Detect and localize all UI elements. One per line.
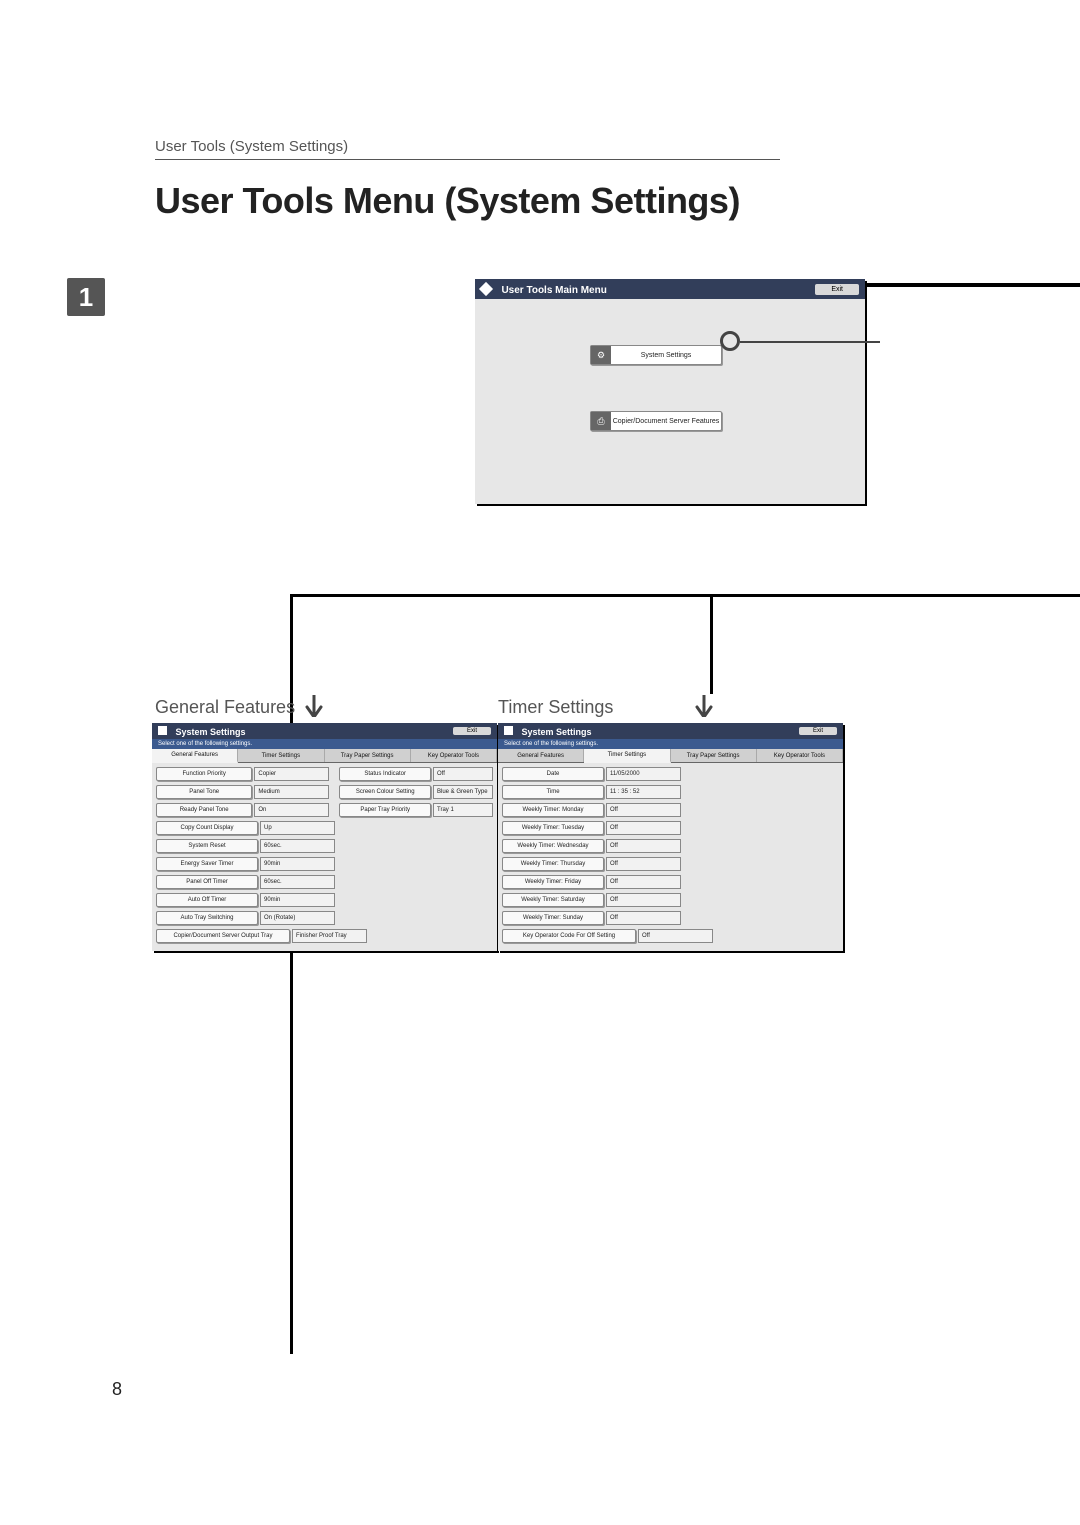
setting-button[interactable]: Weekly Timer: Saturday <box>502 893 604 907</box>
toolbox-icon: ⚙ <box>591 346 611 364</box>
setting-value: Off <box>606 857 681 871</box>
main-menu-header: User Tools Main Menu Exit <box>475 279 865 299</box>
setting-value: Tray 1 <box>433 803 493 817</box>
section-header: User Tools (System Settings) <box>155 138 780 160</box>
setting-button[interactable]: Weekly Timer: Friday <box>502 875 604 889</box>
setting-value: On <box>254 803 329 817</box>
system-settings-button[interactable]: ⚙ System Settings <box>590 345 722 365</box>
setting-button[interactable]: Weekly Timer: Sunday <box>502 911 604 925</box>
rows: Date 11/05/2000 Time 11 : 35 : 52 Weekly… <box>498 763 843 951</box>
page-number: 8 <box>112 1379 122 1400</box>
setting-button[interactable]: Screen Colour Setting <box>339 785 431 799</box>
setting-value: 11/05/2000 <box>606 767 681 781</box>
tab-general[interactable]: General Features <box>498 749 584 762</box>
decorative-bar <box>865 283 1080 287</box>
setting-button[interactable]: Auto Off Timer <box>156 893 258 907</box>
tab-general[interactable]: General Features <box>152 749 238 763</box>
main-menu-body: ⚙ System Settings ⎙ Copier/Document Serv… <box>475 299 865 504</box>
chapter-tab: 1 <box>67 278 105 316</box>
tab-keyop[interactable]: Key Operator Tools <box>411 749 497 762</box>
setting-button[interactable]: Weekly Timer: Thursday <box>502 857 604 871</box>
tab-tray[interactable]: Tray Paper Settings <box>671 749 757 762</box>
panel-icon <box>158 726 167 735</box>
setting-value: Blue & Green Type <box>433 785 493 799</box>
layout-vertical-line <box>710 594 713 694</box>
exit-button[interactable]: Exit <box>815 284 859 295</box>
setting-value: Off <box>606 875 681 889</box>
setting-value: Off <box>606 803 681 817</box>
setting-value: 60sec. <box>260 839 335 853</box>
exit-button[interactable]: Exit <box>799 727 837 735</box>
tab-timer[interactable]: Timer Settings <box>584 749 670 763</box>
setting-value: Off <box>433 767 493 781</box>
setting-button[interactable]: Function Priority <box>156 767 252 781</box>
panel-subtitle: Select one of the following settings. <box>152 739 497 749</box>
timer-settings-label: Timer Settings <box>498 697 613 718</box>
setting-value: Medium <box>254 785 329 799</box>
setting-value: Off <box>606 821 681 835</box>
panel-title: System Settings <box>175 727 245 737</box>
tabs: General Features Timer Settings Tray Pap… <box>498 749 843 763</box>
general-features-panel: System Settings Exit Select one of the f… <box>152 723 497 951</box>
main-menu-screenshot: User Tools Main Menu Exit ⚙ System Setti… <box>475 279 865 504</box>
panel-title: System Settings <box>521 727 591 737</box>
panel-header: System Settings Exit <box>498 723 843 739</box>
arrow-down-icon <box>695 695 713 717</box>
diamond-icon <box>479 282 493 296</box>
exit-button[interactable]: Exit <box>453 727 491 735</box>
panel-header: System Settings Exit <box>152 723 497 739</box>
setting-value: Up <box>260 821 335 835</box>
setting-button[interactable]: Copier/Document Server Output Tray <box>156 929 290 943</box>
setting-button[interactable]: System Reset <box>156 839 258 853</box>
setting-value: Copier <box>254 767 329 781</box>
setting-button[interactable]: Status Indicator <box>339 767 431 781</box>
setting-value: Off <box>606 839 681 853</box>
setting-button[interactable]: Panel Tone <box>156 785 252 799</box>
setting-value: On (Rotate) <box>260 911 335 925</box>
setting-value: Off <box>606 893 681 907</box>
main-menu-title: User Tools Main Menu <box>501 285 606 296</box>
tab-keyop[interactable]: Key Operator Tools <box>757 749 843 762</box>
layout-box <box>290 594 1080 1354</box>
panel-icon <box>504 726 513 735</box>
timer-settings-panel: System Settings Exit Select one of the f… <box>498 723 843 951</box>
setting-value: Off <box>606 911 681 925</box>
setting-button[interactable]: Panel Off Timer <box>156 875 258 889</box>
setting-button[interactable]: Paper Tray Priority <box>339 803 431 817</box>
setting-button[interactable]: Time <box>502 785 604 799</box>
setting-button[interactable]: Auto Tray Switching <box>156 911 258 925</box>
setting-value: 60sec. <box>260 875 335 889</box>
copier-doc-button[interactable]: ⎙ Copier/Document Server Features <box>590 411 722 431</box>
tab-tray[interactable]: Tray Paper Settings <box>325 749 411 762</box>
page-title: User Tools Menu (System Settings) <box>155 180 780 222</box>
general-features-label: General Features <box>155 697 295 718</box>
setting-value: 90min <box>260 857 335 871</box>
tabs: General Features Timer Settings Tray Pap… <box>152 749 497 763</box>
setting-button[interactable]: Energy Saver Timer <box>156 857 258 871</box>
copier-icon: ⎙ <box>591 412 611 430</box>
setting-button[interactable]: Copy Count Display <box>156 821 258 835</box>
setting-button[interactable]: Weekly Timer: Tuesday <box>502 821 604 835</box>
arrow-down-icon <box>305 695 323 717</box>
setting-button[interactable]: Weekly Timer: Monday <box>502 803 604 817</box>
setting-button[interactable]: Date <box>502 767 604 781</box>
setting-value: 90min <box>260 893 335 907</box>
setting-value: 11 : 35 : 52 <box>606 785 681 799</box>
tab-timer[interactable]: Timer Settings <box>238 749 324 762</box>
setting-value: Finisher Proof Tray <box>292 929 367 943</box>
setting-value: Off <box>638 929 713 943</box>
system-settings-label: System Settings <box>611 352 721 359</box>
copier-doc-label: Copier/Document Server Features <box>611 418 721 425</box>
rows: Function Priority Copier Status Indicato… <box>152 763 497 951</box>
setting-button[interactable]: Key Operator Code For Off Setting <box>502 929 636 943</box>
setting-button[interactable]: Weekly Timer: Wednesday <box>502 839 604 853</box>
panel-subtitle: Select one of the following settings. <box>498 739 843 749</box>
setting-button[interactable]: Ready Panel Tone <box>156 803 252 817</box>
